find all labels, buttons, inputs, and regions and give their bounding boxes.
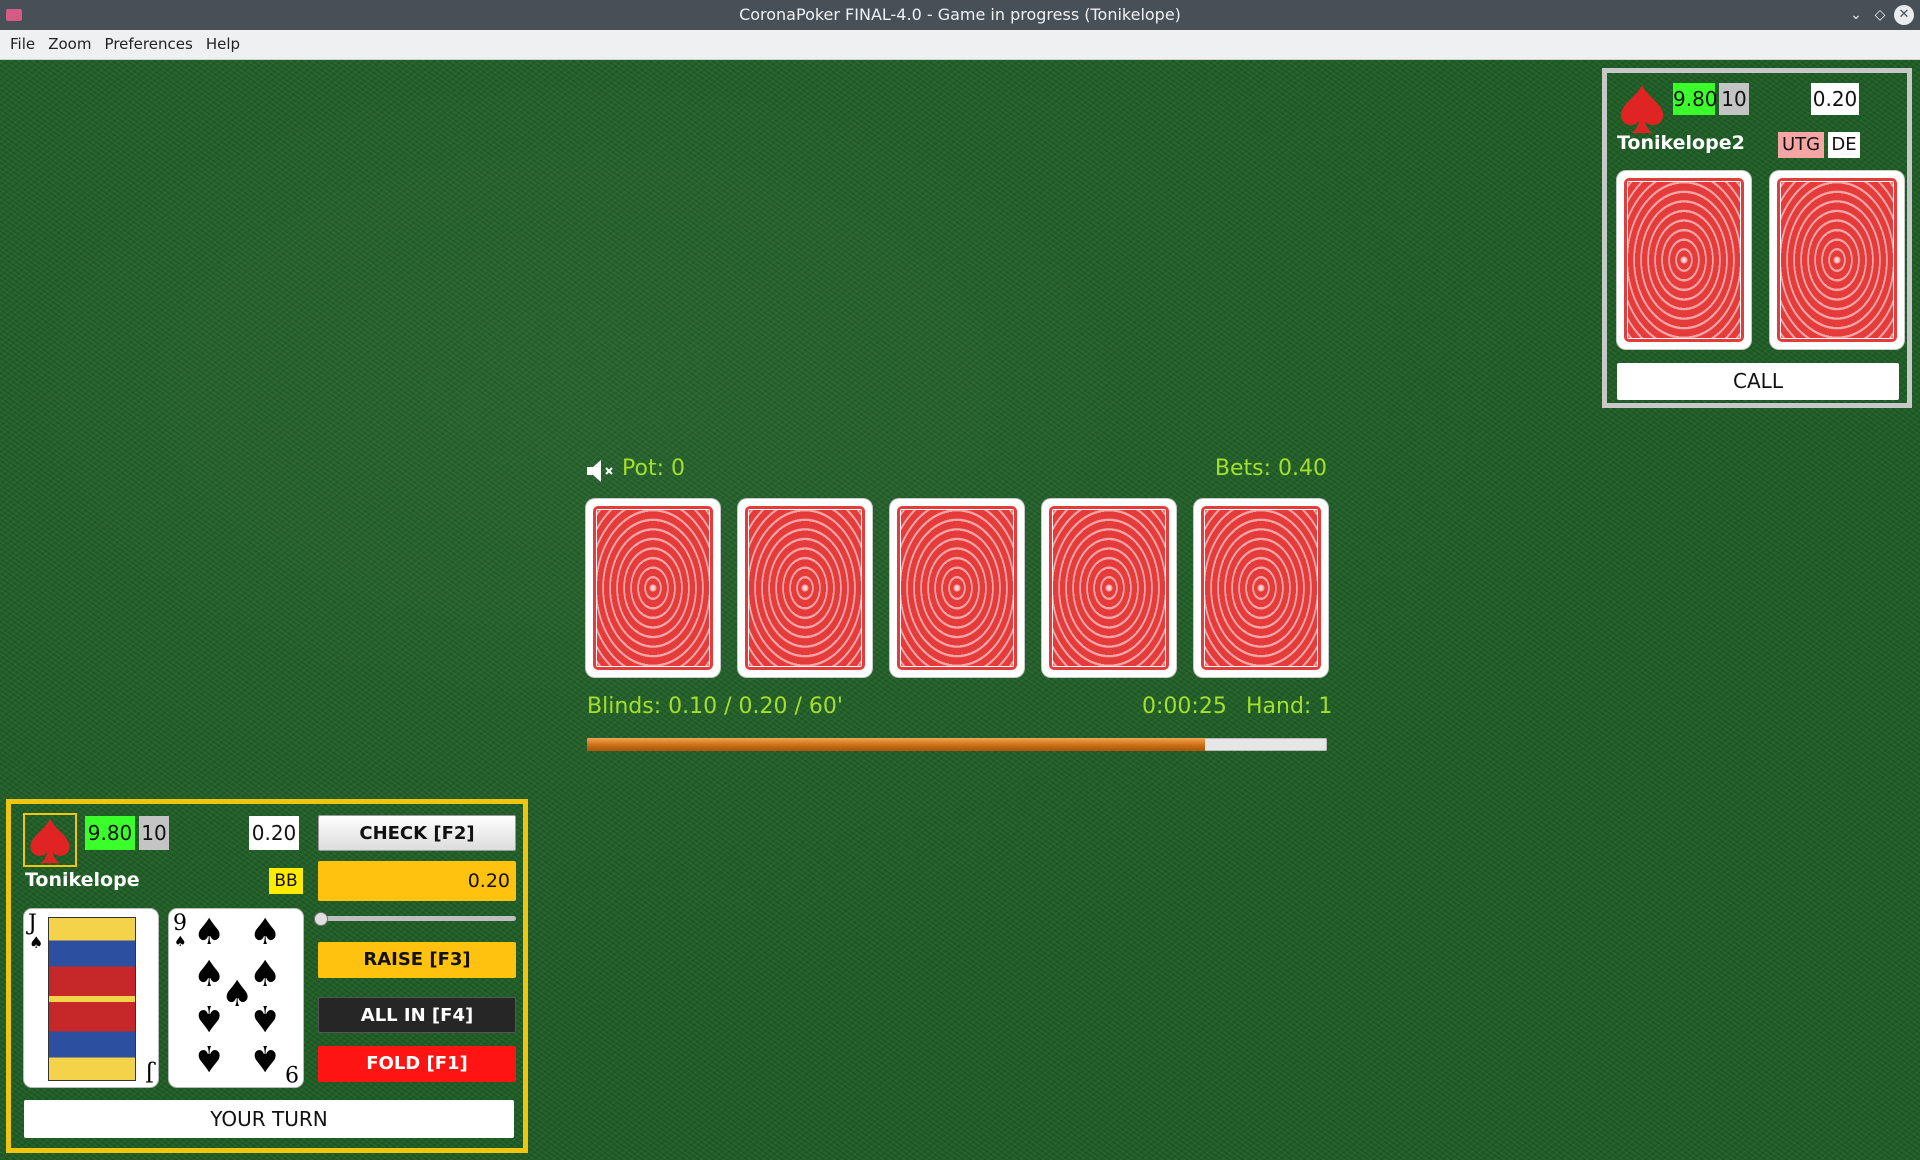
player-bet: 0.20 <box>249 816 299 850</box>
position-badge: UTG <box>1778 132 1824 158</box>
hand-counter: Hand: 1 <box>1246 694 1333 719</box>
blinds-label: Blinds: 0.10 / 0.20 / 60' <box>587 694 843 719</box>
all-in-button[interactable]: ALL IN [F4] <box>318 997 516 1033</box>
card-rank: J <box>145 1060 154 1085</box>
window-titlebar: CoronaPoker FINAL-4.0 - Game in progress… <box>0 0 1920 30</box>
opponent-action-label: CALL <box>1617 363 1899 400</box>
jack-face-art <box>48 917 136 1081</box>
spade-icon: ♠ <box>249 912 282 953</box>
player-rebuys: 10 <box>139 816 169 850</box>
spade-icon: ♠ <box>29 933 44 952</box>
status-label: YOUR TURN <box>24 1100 514 1138</box>
opponent-name: Tonikelope2 <box>1617 132 1745 154</box>
community-card-2 <box>738 499 872 677</box>
community-card-3 <box>890 499 1024 677</box>
close-icon[interactable]: ✕ <box>1894 5 1914 25</box>
bets-label: Bets: 0.40 <box>1214 456 1327 481</box>
spade-icon: ♠ <box>193 912 226 953</box>
opponent-stack: 9.80 <box>1673 83 1718 115</box>
opponent-panel: 9.80 10 0.20 Tonikelope2 UTG DE CALL <box>1602 68 1912 408</box>
spade-icon: ♠ <box>249 997 282 1038</box>
community-card-5 <box>1194 499 1328 677</box>
player-card-2: 9 ♠ ♠ ♠ ♠ ♠ ♠ ♠ ♠ ♠ ♠ 9 <box>169 909 303 1087</box>
spade-avatar-icon <box>1620 85 1664 133</box>
card-rank: 9 <box>285 1060 299 1085</box>
dealer-badge: DE <box>1828 132 1860 158</box>
card-rank: 9 <box>173 911 187 936</box>
minimize-icon[interactable]: ⌄ <box>1846 5 1866 25</box>
menu-help[interactable]: Help <box>202 30 244 59</box>
blind-timer-progress <box>587 738 1327 751</box>
raise-amount-field[interactable]: 0.20 <box>318 861 516 901</box>
card-rank: J <box>28 911 37 936</box>
game-timer: 0:00:25 <box>1142 694 1227 719</box>
fold-button[interactable]: FOLD [F1] <box>318 1046 516 1082</box>
spade-icon: ♠ <box>193 997 226 1038</box>
menu-bar: File Zoom Preferences Help <box>0 30 1920 60</box>
maximize-icon[interactable]: ◇ <box>1870 5 1890 25</box>
opponent-rebuys: 10 <box>1719 83 1749 115</box>
opponent-card-2 <box>1770 171 1904 349</box>
spade-icon: ♠ <box>193 1037 226 1078</box>
mute-speaker-icon[interactable] <box>585 458 615 484</box>
menu-file[interactable]: File <box>6 30 39 59</box>
player-card-1: J ♠ J <box>24 909 158 1087</box>
pot-label: Pot: 0 <box>622 456 685 481</box>
opponent-card-1 <box>1617 171 1751 349</box>
progress-fill <box>587 738 1205 751</box>
community-card-4 <box>1042 499 1176 677</box>
spade-icon: ♠ <box>249 954 282 995</box>
big-blind-badge: BB <box>269 868 303 894</box>
player-name: Tonikelope <box>25 869 140 891</box>
spade-icon: ♠ <box>249 1037 282 1078</box>
spade-icon: ♠ <box>174 934 187 950</box>
opponent-bet: 0.20 <box>1811 83 1859 115</box>
spade-avatar-icon <box>23 813 77 867</box>
menu-zoom[interactable]: Zoom <box>44 30 95 59</box>
raise-button[interactable]: RAISE [F3] <box>318 942 516 978</box>
window-title: CoronaPoker FINAL-4.0 - Game in progress… <box>739 5 1181 24</box>
raise-slider-thumb[interactable] <box>314 912 328 926</box>
player-panel: 9.80 10 0.20 Tonikelope BB J ♠ J 9 ♠ ♠ ♠… <box>6 799 528 1153</box>
community-card-1 <box>586 499 720 677</box>
player-stack: 9.80 <box>85 816 135 850</box>
raise-slider[interactable] <box>314 912 516 926</box>
check-button[interactable]: CHECK [F2] <box>318 815 516 851</box>
menu-preferences[interactable]: Preferences <box>101 30 197 59</box>
